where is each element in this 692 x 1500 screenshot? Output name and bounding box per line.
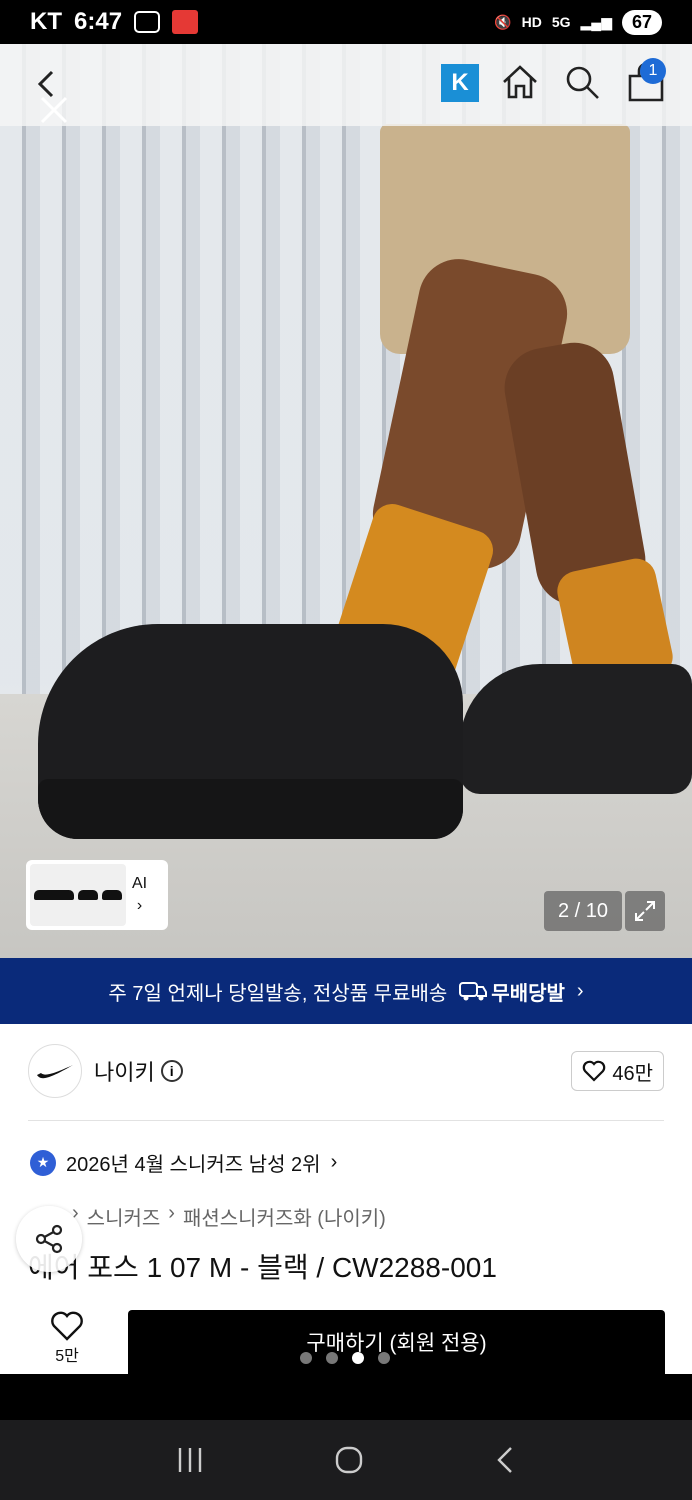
delivery-tag: 무배당발 [491, 982, 565, 1005]
brand-like-count: 46만 [612, 1062, 653, 1085]
delivery-banner[interactable]: 주 7일 언제나 당일발송, 전상품 무료배송 무배당발 › [0, 958, 692, 1024]
truck-icon [459, 982, 488, 1001]
heart-icon [583, 1060, 606, 1082]
k-badge-button[interactable]: K [441, 64, 479, 102]
ranking-text: 2026년 4월 스니커즈 남성 2위 [66, 1154, 321, 1176]
carousel-dots [300, 1352, 390, 1364]
brand-logo[interactable] [28, 1044, 82, 1098]
divider [28, 1120, 664, 1121]
signal-icon: ▂▄▆ [580, 13, 612, 30]
status-bar: KT 6:47 🔇 HD 5G ▂▄▆ 67 [0, 0, 692, 44]
search-icon [566, 66, 599, 99]
share-icon [35, 1224, 63, 1254]
5g-icon: 5G [551, 14, 571, 30]
wishlist-count: 5만 [55, 1348, 79, 1365]
thumbnail-preview [30, 864, 126, 926]
search-button[interactable] [562, 62, 602, 102]
battery-indicator: 67 [621, 9, 662, 35]
brand-like-button[interactable]: 46만 [571, 1051, 664, 1091]
mute-icon: 🔇 [494, 13, 512, 30]
buy-button[interactable]: 구매하기 (회원 전용) [128, 1310, 665, 1374]
info-icon[interactable]: i [160, 1060, 183, 1082]
ai-label: AI [132, 875, 148, 892]
share-button[interactable] [16, 1206, 82, 1272]
screen-bottom-band [0, 1374, 692, 1420]
app-notification-icon [172, 10, 199, 34]
home-nav-icon[interactable] [334, 1445, 364, 1475]
ranking-link[interactable]: ★ 2026년 4월 스니커즈 남성 2위 › [30, 1148, 337, 1177]
product-image[interactable]: AI › 2 / 10 [0, 44, 692, 958]
chevron-right-icon: › [136, 897, 143, 914]
breadcrumb-item[interactable]: 스니커즈 [87, 1202, 161, 1231]
home-icon [503, 65, 537, 99]
expand-icon [635, 901, 655, 921]
recent-apps-icon[interactable] [175, 1446, 205, 1474]
product-info: 나이키 i 46만 ★ 2026년 4월 스니커즈 남성 2위 › › 스니커즈… [0, 1024, 692, 1290]
heart-icon [51, 1311, 83, 1341]
delivery-text: 주 7일 언제나 당일발송, 전상품 무료배송 [108, 982, 448, 1005]
home-button[interactable] [500, 62, 540, 102]
breadcrumb: › 스니커즈 › 패션스니커즈화 (나이키) [72, 1202, 386, 1231]
close-icon [40, 96, 68, 124]
breadcrumb-separator: › [168, 1202, 175, 1224]
clock: 6:47 [74, 8, 123, 35]
cart-count-badge: 1 [640, 58, 666, 84]
close-button[interactable] [38, 94, 70, 126]
wishlist-button[interactable]: 5만 [36, 1310, 98, 1366]
nike-swoosh-icon [37, 1065, 73, 1079]
product-title: 에어 포스 1 07 M - 블랙 / CW2288-001 [28, 1252, 497, 1283]
system-nav-bar [0, 1420, 692, 1500]
ai-thumbnail-strip[interactable]: AI › [26, 860, 168, 930]
hd-icon: HD [521, 14, 542, 30]
screen-record-icon [134, 11, 161, 33]
chevron-right-icon: › [576, 979, 584, 1002]
brand-row: 나이키 i 46만 [28, 1044, 664, 1098]
ranking-medal-icon: ★ [30, 1149, 56, 1176]
image-page-indicator: 2 / 10 [544, 891, 622, 931]
expand-button[interactable] [625, 891, 665, 931]
top-navigation: K 1 [0, 44, 692, 126]
breadcrumb-item[interactable]: 패션스니커즈화 (나이키) [183, 1202, 386, 1231]
carrier-label: KT [30, 8, 62, 35]
action-bar: 5만 구매하기 (회원 전용) [0, 1290, 692, 1374]
chevron-right-icon: › [330, 1151, 338, 1173]
back-nav-icon[interactable] [493, 1445, 517, 1475]
brand-name[interactable]: 나이키 [94, 1055, 155, 1087]
